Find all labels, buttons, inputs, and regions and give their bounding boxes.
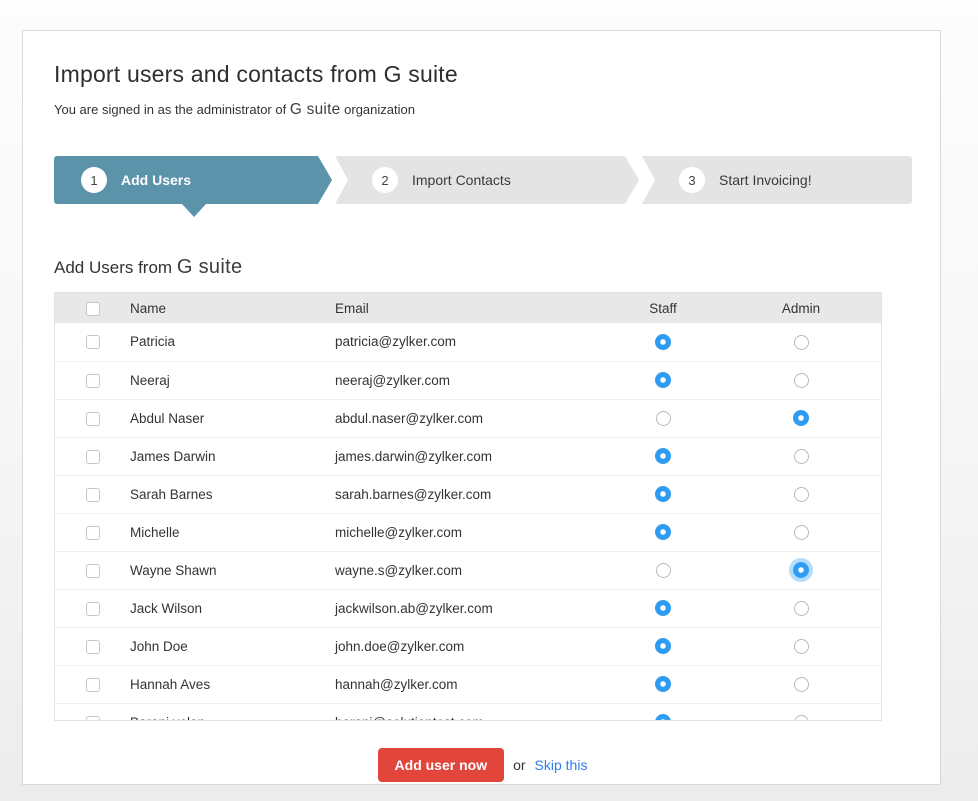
add-user-now-button[interactable]: Add user now (378, 748, 505, 782)
import-wizard-card: Import users and contacts from G suite Y… (22, 30, 941, 785)
staff-radio[interactable] (656, 411, 671, 426)
admin-radio[interactable] (794, 677, 809, 692)
staff-radio[interactable] (655, 372, 671, 388)
users-table-body: Patricia patricia@zylker.com Neeraj neer… (55, 323, 881, 721)
column-header-staff: Staff (605, 293, 721, 323)
step-3-label: Start Invoicing! (719, 172, 812, 188)
table-row: John Doe john.doe@zylker.com (55, 627, 881, 665)
staff-radio[interactable] (655, 334, 671, 350)
admin-radio[interactable] (794, 601, 809, 616)
section-heading-prefix: Add Users from (54, 258, 172, 277)
step-1-number: 1 (81, 167, 107, 193)
user-email: wayne.s@zylker.com (335, 551, 605, 589)
select-all-checkbox[interactable] (86, 302, 100, 316)
staff-radio[interactable] (655, 448, 671, 464)
column-header-email: Email (335, 293, 605, 323)
user-email: patricia@zylker.com (335, 323, 605, 361)
footer-actions: Add user now or Skip this (54, 748, 911, 782)
user-email: james.darwin@zylker.com (335, 437, 605, 475)
user-name: Wayne Shawn (130, 551, 335, 589)
page-subtitle: You are signed in as the administrator o… (54, 101, 909, 119)
row-checkbox[interactable] (86, 374, 100, 388)
staff-radio[interactable] (655, 524, 671, 540)
page-title-text: Import users and contacts from G suite (54, 61, 458, 87)
table-row: Patricia patricia@zylker.com (55, 323, 881, 361)
column-header-name: Name (130, 293, 335, 323)
table-row: Sarah Barnes sarah.barnes@zylker.com (55, 475, 881, 513)
table-row: Abdul Naser abdul.naser@zylker.com (55, 399, 881, 437)
user-email: michelle@zylker.com (335, 513, 605, 551)
admin-radio[interactable] (794, 487, 809, 502)
admin-radio[interactable] (794, 373, 809, 388)
staff-radio[interactable] (655, 676, 671, 692)
admin-radio[interactable] (793, 562, 809, 578)
section-heading-brand: G suite (177, 256, 243, 278)
step-2-label: Import Contacts (412, 172, 511, 188)
row-checkbox[interactable] (86, 564, 100, 578)
user-name: Jack Wilson (130, 589, 335, 627)
admin-radio[interactable] (794, 525, 809, 540)
admin-radio[interactable] (794, 335, 809, 350)
admin-radio[interactable] (793, 410, 809, 426)
table-row: Barani velan barani@solutiontest.com (55, 703, 881, 721)
admin-radio[interactable] (794, 449, 809, 464)
user-email: hannah@zylker.com (335, 665, 605, 703)
user-name: Barani velan (130, 703, 335, 721)
step-start-invoicing[interactable]: 3 Start Invoicing! (642, 156, 912, 204)
row-checkbox[interactable] (86, 640, 100, 654)
table-row: James Darwin james.darwin@zylker.com (55, 437, 881, 475)
step-3-number: 3 (679, 167, 705, 193)
subtitle-suffix: organization (344, 102, 415, 117)
page-title: Import users and contacts from G suite (54, 61, 909, 88)
subtitle-prefix: You are signed in as the administrator o… (54, 102, 286, 117)
step-1-label: Add Users (121, 172, 191, 188)
staff-radio[interactable] (655, 486, 671, 502)
admin-radio[interactable] (794, 639, 809, 654)
table-row: Jack Wilson jackwilson.ab@zylker.com (55, 589, 881, 627)
user-name: Michelle (130, 513, 335, 551)
user-name: John Doe (130, 627, 335, 665)
section-heading: Add Users from G suite (54, 256, 909, 279)
user-email: neeraj@zylker.com (335, 361, 605, 399)
user-name: Patricia (130, 323, 335, 361)
row-checkbox[interactable] (86, 678, 100, 692)
row-checkbox[interactable] (86, 488, 100, 502)
user-name: Hannah Aves (130, 665, 335, 703)
staff-radio[interactable] (655, 600, 671, 616)
row-checkbox[interactable] (86, 526, 100, 540)
wizard-steps: 1 Add Users 2 Import Contacts 3 Start In… (54, 156, 912, 204)
table-header-row: Name Email Staff Admin (55, 293, 881, 323)
user-name: Sarah Barnes (130, 475, 335, 513)
step-import-contacts[interactable]: 2 Import Contacts (335, 156, 639, 204)
users-table: Name Email Staff Admin Patricia patricia… (54, 292, 882, 721)
staff-radio[interactable] (655, 714, 671, 721)
table-row: Michelle michelle@zylker.com (55, 513, 881, 551)
row-checkbox[interactable] (86, 450, 100, 464)
row-checkbox[interactable] (86, 716, 100, 721)
staff-radio[interactable] (656, 563, 671, 578)
skip-this-link[interactable]: Skip this (535, 757, 588, 773)
or-separator: or (513, 757, 525, 773)
step-add-users[interactable]: 1 Add Users (54, 156, 332, 204)
table-row: Hannah Aves hannah@zylker.com (55, 665, 881, 703)
active-step-pointer (182, 204, 206, 217)
column-header-admin: Admin (721, 293, 881, 323)
step-2-number: 2 (372, 167, 398, 193)
user-email: jackwilson.ab@zylker.com (335, 589, 605, 627)
table-row: Neeraj neeraj@zylker.com (55, 361, 881, 399)
user-name: Abdul Naser (130, 399, 335, 437)
user-name: James Darwin (130, 437, 335, 475)
user-email: sarah.barnes@zylker.com (335, 475, 605, 513)
user-email: john.doe@zylker.com (335, 627, 605, 665)
staff-radio[interactable] (655, 638, 671, 654)
user-email: abdul.naser@zylker.com (335, 399, 605, 437)
admin-radio[interactable] (794, 715, 809, 721)
gsuite-brand-text: G suite (290, 101, 341, 118)
row-checkbox[interactable] (86, 335, 100, 349)
user-email: barani@solutiontest.com (335, 703, 605, 721)
table-row: Wayne Shawn wayne.s@zylker.com (55, 551, 881, 589)
row-checkbox[interactable] (86, 602, 100, 616)
user-name: Neeraj (130, 361, 335, 399)
row-checkbox[interactable] (86, 412, 100, 426)
